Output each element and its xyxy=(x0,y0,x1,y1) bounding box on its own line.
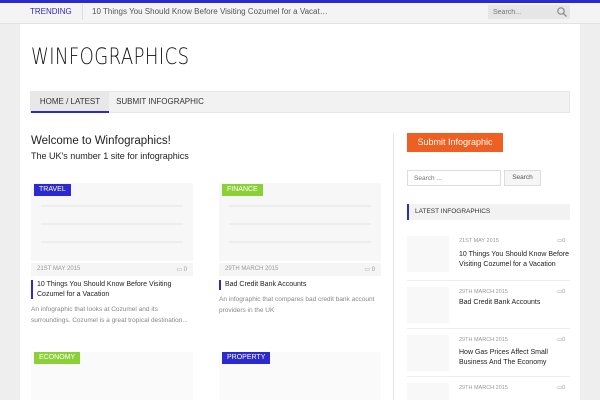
comment-count[interactable]: ▭ 0 xyxy=(364,266,375,273)
page-title: Welcome to Winfographics! xyxy=(31,135,171,147)
post-title[interactable]: 10 Things You Should Know Before Visitin… xyxy=(31,280,191,299)
latest-date: 29TH MARCH 2015 xyxy=(459,337,508,343)
divider xyxy=(407,376,570,377)
comment-count[interactable]: ▭ 0 xyxy=(176,266,187,273)
submit-infographic-button[interactable]: Submit Infographic xyxy=(407,133,503,152)
category-badge[interactable]: TRAVEL xyxy=(34,184,71,196)
latest-title[interactable]: How Gas Prices Affect Small Business And… xyxy=(459,348,573,368)
comment-icon: ▭ xyxy=(364,267,372,273)
nav-item-submit-infographic[interactable]: SUBMIT INFOGRAPHIC xyxy=(112,91,208,113)
nav-item-home-latest[interactable]: HOME / LATEST xyxy=(31,91,109,113)
trending-label: TRENDING xyxy=(30,4,83,20)
comment-count[interactable]: ▭0 xyxy=(557,337,565,343)
latest-thumbnail[interactable] xyxy=(407,236,449,272)
post-excerpt: An infographic that looks at Cozumel and… xyxy=(31,306,188,324)
category-badge[interactable]: PROPERTY xyxy=(222,352,271,364)
post-meta: 29TH MARCH 2015 ▭ 0 xyxy=(219,263,381,276)
latest-thumbnail[interactable] xyxy=(407,287,449,323)
divider xyxy=(407,280,570,281)
comment-count[interactable]: ▭0 xyxy=(557,289,565,295)
comment-count[interactable]: ▭0 xyxy=(557,385,565,391)
main-nav xyxy=(30,91,570,113)
sidebar-divider xyxy=(393,133,394,400)
site-logo[interactable]: WINFOGRAPHICS xyxy=(31,45,190,70)
latest-thumbnail[interactable] xyxy=(407,383,449,400)
page-subtitle: The UK's number 1 site for infographics xyxy=(31,151,189,161)
search-icon[interactable] xyxy=(556,6,568,18)
sidebar-search-button[interactable]: Search xyxy=(504,170,541,186)
latest-thumbnail[interactable] xyxy=(407,335,449,371)
post-title[interactable]: Bad Credit Bank Accounts xyxy=(219,280,379,290)
latest-infographics-heading: LATEST INFOGRAPHICS xyxy=(407,204,570,220)
latest-date: 29TH MARCH 2015 xyxy=(459,385,508,391)
category-badge[interactable]: FINANCE xyxy=(222,184,263,196)
post-date: 21ST MAY 2015 xyxy=(37,266,81,272)
post-date: 29TH MARCH 2015 xyxy=(225,266,279,272)
comment-count[interactable]: ▭0 xyxy=(557,238,565,244)
category-badge[interactable]: ECONOMY xyxy=(34,352,81,364)
comment-icon: ▭ xyxy=(176,267,184,273)
latest-date: 21ST MAY 2015 xyxy=(459,238,499,244)
latest-title[interactable]: 10 Things You Should Know Before Visitin… xyxy=(459,250,573,270)
latest-date: 29TH MARCH 2015 xyxy=(459,289,508,295)
post-meta: 21ST MAY 2015 ▭ 0 xyxy=(31,263,193,276)
trending-link[interactable]: 10 Things You Should Know Before Visitin… xyxy=(92,4,332,20)
divider xyxy=(407,328,570,329)
latest-title[interactable]: Bad Credit Bank Accounts xyxy=(459,298,573,308)
sidebar-search-input[interactable] xyxy=(407,170,501,186)
post-excerpt: An infographic that compares bad credit … xyxy=(219,296,375,314)
